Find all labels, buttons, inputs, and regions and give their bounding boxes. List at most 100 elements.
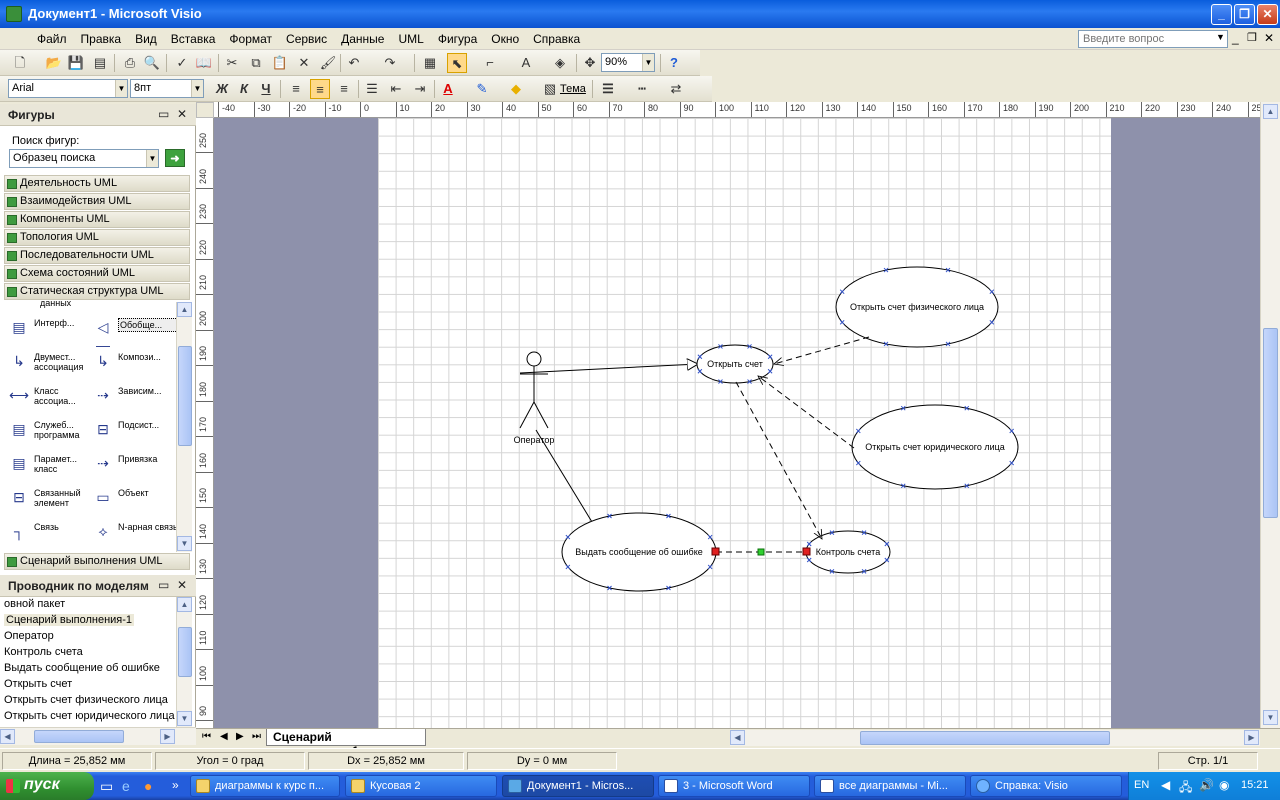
task-visio-help[interactable]: Справка: Visio [970, 775, 1122, 797]
stencil-statechart[interactable]: Схема состояний UML [4, 265, 190, 282]
stencil-components[interactable]: Компоненты UML [4, 211, 190, 228]
tree-item[interactable]: Открыть счет [4, 678, 72, 690]
usecase-account-control[interactable]: Контроль счета [805, 530, 891, 574]
research-icon[interactable]: 📖 [194, 53, 214, 73]
stencil-activity[interactable]: Деятельность UML [4, 175, 190, 192]
shape-parameterized-class[interactable]: ▤ Парамет... класс [8, 450, 96, 480]
last-page-icon[interactable]: ⏭ [252, 731, 261, 742]
minimize-button[interactable]: _ [1211, 4, 1232, 25]
print-setup-icon[interactable]: ▤ [90, 53, 110, 73]
usecase-error-message[interactable]: Выдать сообщение об ошибке [561, 512, 717, 592]
panel-float-icon[interactable]: ▭ [158, 578, 169, 592]
theme-button[interactable]: Тема [560, 83, 586, 95]
usecase-open-legal[interactable]: Открыть счет юридического лица [851, 404, 1019, 490]
menu-edit[interactable]: Правка [74, 28, 129, 50]
search-go-icon[interactable]: ➜ [165, 149, 185, 167]
font-combo[interactable]: Arial ▼ [8, 79, 128, 98]
explorer-scrollbar[interactable]: ▲ ▼ [176, 597, 192, 727]
menu-insert[interactable]: Вставка [164, 28, 223, 50]
ie-icon[interactable]: e [122, 778, 130, 794]
shape-subsystem[interactable]: ⊟ Подсист... [92, 416, 176, 446]
stencil-static-structure[interactable]: Статическая структура UML [4, 283, 190, 300]
usecase-open-individual[interactable]: Открыть счет физического лица [835, 266, 999, 348]
search-shapes-input[interactable]: Образец поиска ▼ [9, 149, 159, 168]
font-size-dropdown-icon[interactable]: ▼ [191, 80, 203, 97]
save-icon[interactable]: 💾 [66, 53, 86, 73]
tree-item-selected[interactable]: Сценарий выполнения-1 [4, 614, 135, 626]
scrollbar-thumb[interactable] [1263, 328, 1278, 518]
actor-operator[interactable]: Оператор [514, 351, 555, 445]
shapes-scrollbar[interactable]: ▲ ▼ [176, 302, 192, 552]
paste-icon[interactable]: 📋 [270, 53, 290, 73]
doc-restore-icon[interactable]: ❐ [1247, 31, 1257, 44]
horizontal-scrollbar[interactable]: ◀ ▶ [730, 730, 1260, 746]
menu-help[interactable]: Справка [526, 28, 587, 50]
format-painter-icon[interactable]: 🖌 [318, 53, 338, 73]
panel-close-icon[interactable]: ✕ [177, 107, 187, 121]
shape-n-ary[interactable]: ⟡ N-арная связь [92, 518, 176, 548]
doc-close-icon[interactable]: ✕ [1264, 31, 1274, 45]
firefox-icon[interactable]: ● [144, 778, 152, 794]
align-left-icon[interactable]: ≡ [286, 79, 306, 99]
underline-button[interactable]: Ч [256, 79, 276, 99]
menu-window[interactable]: Окно [484, 28, 526, 50]
undo-icon[interactable]: ↶ [344, 53, 364, 73]
stamp-icon[interactable]: ◈ [550, 53, 570, 73]
shape-composition[interactable]: ↳ Компози... [92, 348, 176, 378]
align-right-icon[interactable]: ≡ [334, 79, 354, 99]
decrease-indent-icon[interactable]: ⇤ [386, 79, 406, 99]
stencil-interaction[interactable]: Взаимодействия UML [4, 193, 190, 210]
selection-handle-mid[interactable] [757, 548, 765, 556]
task-folder-coursework[interactable]: Кусовая 2 [345, 775, 497, 797]
panel-close-icon[interactable]: ✕ [177, 578, 187, 592]
menu-uml[interactable]: UML [391, 28, 430, 50]
tab-page-1[interactable]: Сценарий выполнения-1 [266, 729, 426, 758]
shape-generalization[interactable]: ◁— Обобще... [92, 314, 176, 353]
ask-question-input[interactable] [1078, 30, 1228, 48]
menu-format[interactable]: Формат [222, 28, 279, 50]
scrollbar-thumb[interactable] [34, 730, 124, 743]
scroll-down-icon[interactable]: ▼ [177, 536, 192, 551]
align-center-icon[interactable]: ≡ [310, 79, 330, 99]
shape-bound-element[interactable]: ⊟ Связанный элемент [8, 484, 96, 514]
cut-icon[interactable]: ✂ [222, 53, 242, 73]
scrollbar-thumb[interactable] [178, 627, 192, 677]
drawing-canvas[interactable]: Оператор Открыть счет Открыть счет физич… [214, 118, 1260, 728]
tray-app-icon[interactable]: ◉ [1219, 778, 1229, 792]
menu-data[interactable]: Данные [334, 28, 391, 50]
menu-file[interactable]: Файл [30, 28, 74, 50]
font-size-combo[interactable]: 8пт ▼ [130, 79, 204, 98]
restore-button[interactable]: ❐ [1234, 4, 1255, 25]
selection-handle-begin[interactable] [711, 547, 720, 556]
scroll-right-icon[interactable]: ▶ [1244, 730, 1259, 745]
fill-color-icon[interactable]: ◆ [506, 79, 526, 99]
stencil-use-case[interactable]: Сценарий выполнения UML [4, 553, 190, 570]
selection-handle-end[interactable] [802, 547, 811, 556]
task-visio-document[interactable]: Документ1 - Micros... [502, 775, 654, 797]
print-preview-icon[interactable]: 🔍 [142, 53, 162, 73]
shape-utility[interactable]: ▤ Служеб... программа [8, 416, 96, 446]
redo-icon[interactable]: ↷ [380, 53, 400, 73]
zoom-combo[interactable]: 90% ▼ [601, 53, 655, 72]
explorer-hscrollbar[interactable]: ◀ ▶ [0, 727, 196, 745]
shape-interface[interactable]: ▤ Интерф... [8, 314, 96, 344]
prev-page-icon[interactable]: ◀ [220, 731, 228, 742]
shape-object[interactable]: ▭ Объект [92, 484, 176, 514]
bullets-icon[interactable]: ☰ [362, 79, 382, 99]
vertical-scrollbar[interactable]: ▲ ▼ [1260, 102, 1280, 728]
theme-icon[interactable]: ▧ [540, 79, 560, 99]
new-icon[interactable]: 🗋 [10, 53, 30, 73]
menu-tools[interactable]: Сервис [279, 28, 334, 50]
scroll-up-icon[interactable]: ▲ [177, 597, 192, 612]
stencil-topology[interactable]: Топология UML [4, 229, 190, 246]
show-desktop-icon[interactable]: ▭ [100, 778, 113, 795]
pointer-tool-icon[interactable]: ⬉ [447, 53, 467, 73]
usecase-open-account[interactable]: Открыть счет [696, 344, 774, 384]
copy-icon[interactable]: ⧉ [246, 53, 266, 73]
dependency-individual-to-open[interactable] [774, 336, 870, 364]
delete-icon[interactable]: ✕ [294, 53, 314, 73]
tree-item[interactable]: Открыть счет юридического лица [4, 710, 176, 722]
line-color-icon[interactable]: ✎ [472, 79, 492, 99]
stencil-sequence[interactable]: Последовательности UML [4, 247, 190, 264]
scroll-down-icon[interactable]: ▼ [177, 711, 192, 726]
